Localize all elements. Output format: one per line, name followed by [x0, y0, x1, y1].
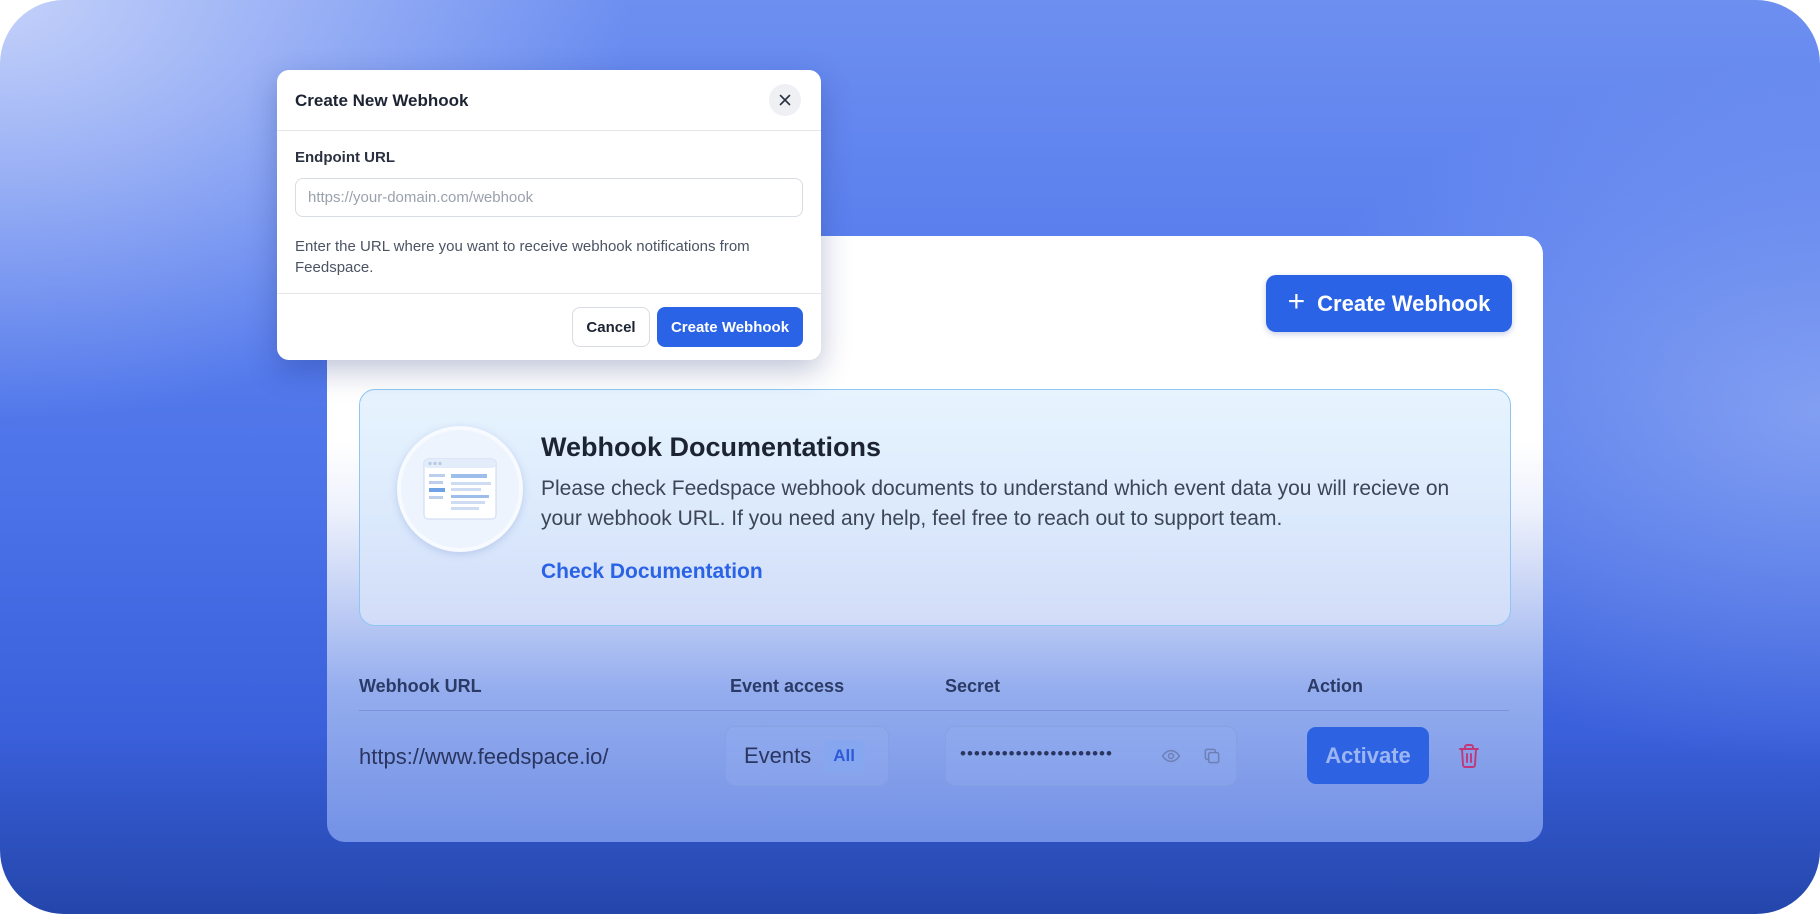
close-icon[interactable] [769, 84, 801, 116]
endpoint-url-help-text: Enter the URL where you want to receive … [295, 238, 750, 276]
trash-icon[interactable] [1457, 743, 1481, 774]
modal-footer-divider [277, 293, 821, 294]
column-header-event-access: Event access [730, 676, 845, 696]
secret-masked-value: •••••••••••••••••••••• [960, 744, 1113, 763]
copy-icon[interactable] [1202, 746, 1222, 771]
documentation-title: Webhook Documentations [541, 432, 882, 462]
modal-title: Create New Webhook [295, 91, 469, 110]
documentation-description: Please check Feedspace webhook documents… [541, 477, 1450, 530]
event-access-selector[interactable]: Events All [725, 726, 889, 786]
background-frame: + Create Webhook Webhook Documentations … [0, 0, 1820, 914]
create-webhook-submit-button[interactable]: Create Webhook [657, 307, 803, 347]
eye-icon[interactable] [1161, 746, 1181, 771]
endpoint-url-input[interactable] [295, 178, 803, 217]
events-label: Events [744, 743, 812, 768]
create-webhook-button[interactable]: + Create Webhook [1266, 275, 1512, 332]
create-webhook-modal: Create New Webhook Endpoint URL Enter th… [277, 70, 821, 360]
modal-header-divider [277, 130, 821, 131]
activate-button[interactable]: Activate [1307, 727, 1429, 784]
cancel-button[interactable]: Cancel [572, 307, 650, 347]
column-header-action: Action [1307, 676, 1363, 696]
table-divider [359, 710, 1509, 711]
secret-field: •••••••••••••••••••••• [945, 726, 1237, 786]
column-header-webhook-url: Webhook URL [359, 676, 482, 696]
endpoint-url-label: Endpoint URL [295, 149, 395, 166]
column-header-secret: Secret [945, 676, 1001, 696]
create-webhook-button-label: Create Webhook [1317, 290, 1491, 316]
documentation-illustration [397, 426, 523, 552]
check-documentation-link[interactable]: Check Documentation [541, 560, 763, 584]
webhook-url-cell: https://www.feedspace.io/ [359, 744, 609, 769]
plus-icon: + [1287, 285, 1306, 318]
documentation-banner: Webhook Documentations Please check Feed… [359, 389, 1511, 626]
events-badge: All [823, 740, 865, 772]
